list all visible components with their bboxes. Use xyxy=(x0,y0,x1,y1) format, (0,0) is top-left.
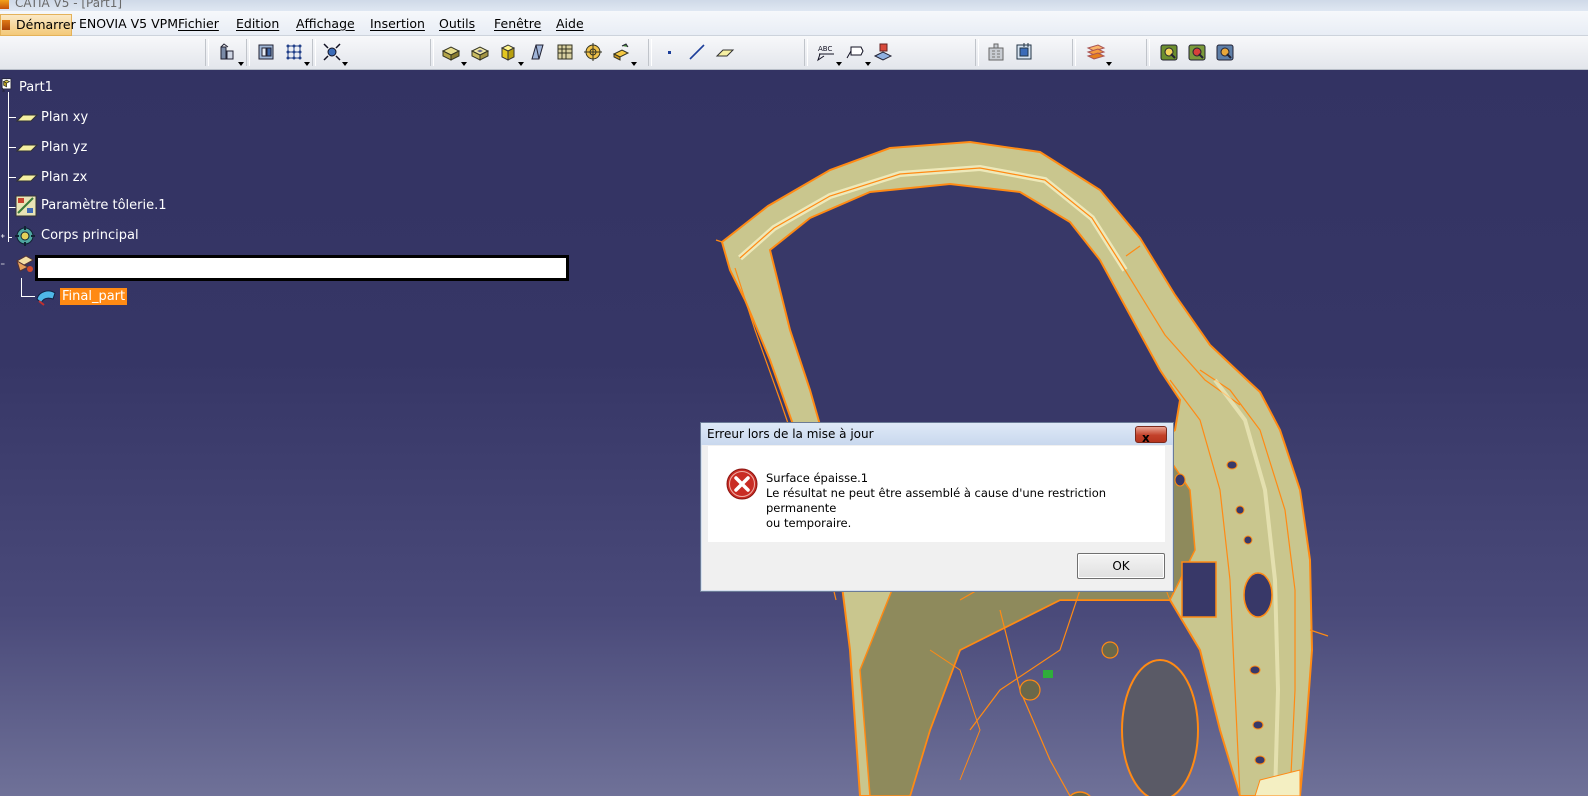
menu-enovia[interactable]: ENOVIA V5 VPM xyxy=(75,15,182,33)
toolbar-separator xyxy=(246,39,250,66)
menu-aide[interactable]: Aide xyxy=(552,15,588,33)
toolbar-separator xyxy=(430,39,434,66)
sketch-icon[interactable] xyxy=(218,42,244,66)
geometrical-set-icon xyxy=(15,255,35,272)
prism-icon[interactable] xyxy=(527,42,547,62)
snap-icon[interactable] xyxy=(284,42,310,66)
pocket-icon[interactable] xyxy=(470,42,490,62)
expand-icon[interactable] xyxy=(0,253,10,275)
line-icon[interactable] xyxy=(687,42,707,62)
text-annotation-icon[interactable]: ABC xyxy=(816,42,842,66)
specification-tree: Part1 Plan xy Plan yz Plan zx Paramètre … xyxy=(0,70,600,330)
tree-item-renamed-node[interactable] xyxy=(0,253,40,275)
analysis-icon-2[interactable] xyxy=(1187,42,1207,62)
ok-button[interactable]: OK xyxy=(1077,553,1165,579)
plane-icon xyxy=(16,174,38,182)
tree-label-sheetmetal-param: Paramètre tôlerie.1 xyxy=(41,198,167,213)
analysis-icon-1[interactable] xyxy=(1159,42,1179,62)
tree-connector xyxy=(8,92,9,242)
toolbar-separator xyxy=(975,39,979,66)
sheetmetal-param-icon xyxy=(15,195,37,217)
menu-affichage[interactable]: Affichage xyxy=(292,15,359,33)
error-dialog: Erreur lors de la mise à jour x Surface … xyxy=(700,422,1174,592)
pad-icon[interactable] xyxy=(441,42,467,66)
grid-icon[interactable] xyxy=(256,42,276,62)
plane-icon[interactable] xyxy=(715,42,735,62)
svg-text:ABC: ABC xyxy=(818,45,832,53)
body-icon xyxy=(15,226,35,246)
tree-item-corps-principal[interactable]: Corps principal xyxy=(0,225,170,247)
tree-connector xyxy=(8,117,16,118)
tree-label-corps-principal: Corps principal xyxy=(41,228,139,243)
box-icon[interactable] xyxy=(498,42,524,66)
tree-label-plan-xy: Plan xy xyxy=(41,110,89,125)
dialog-message-line-2: Le résultat ne peut être assemblé à caus… xyxy=(766,486,1107,515)
part-icon xyxy=(1,78,12,92)
tree-item-final-part[interactable]: Final_part xyxy=(35,285,145,307)
dialog-message-line-1: Surface épaisse.1 xyxy=(766,471,869,485)
plane-icon xyxy=(16,144,38,152)
tree-root-part1[interactable]: Part1 xyxy=(0,77,120,99)
extrude-icon[interactable] xyxy=(611,42,637,66)
surface-icon xyxy=(36,290,56,306)
tree-connector xyxy=(8,147,16,148)
tree-item-plan-zx[interactable]: Plan zx xyxy=(16,167,136,189)
window-title: CATIA V5 - [Part1] xyxy=(15,0,123,10)
window-titlebar: CATIA V5 - [Part1] xyxy=(0,0,1588,11)
toolbar-separator xyxy=(205,39,209,66)
measure-icon[interactable] xyxy=(873,42,893,62)
toolbar-separator xyxy=(804,39,808,66)
dialog-body: Surface épaisse.1 Le résultat ne peut êt… xyxy=(708,446,1165,542)
error-icon xyxy=(726,468,758,500)
toolbar-separator xyxy=(1072,39,1076,66)
menu-bar: Démarrer ENOVIA V5 VPM Fichier Edition A… xyxy=(0,11,1588,36)
tree-label-part1: Part1 xyxy=(19,80,53,95)
dialog-message-line-3: ou temporaire. xyxy=(766,516,852,530)
menu-outils[interactable]: Outils xyxy=(435,15,479,33)
start-icon xyxy=(2,20,10,30)
building-icon[interactable] xyxy=(986,42,1006,62)
close-icon: x xyxy=(1142,431,1150,445)
target-icon[interactable] xyxy=(583,42,603,62)
point-icon[interactable] xyxy=(660,42,680,62)
tree-label-final-part: Final_part xyxy=(60,288,128,305)
tree-connector xyxy=(21,278,22,296)
toolbar-separator xyxy=(312,39,316,66)
tree-connector xyxy=(21,296,35,297)
menu-insertion[interactable]: Insertion xyxy=(366,15,429,33)
dialog-close-button[interactable]: x xyxy=(1135,426,1167,445)
toolbar-separator xyxy=(1146,39,1150,66)
toolbar: ABC xyxy=(0,36,1588,70)
plane-icon xyxy=(16,114,38,122)
dialog-title: Erreur lors de la mise à jour xyxy=(707,427,874,441)
dialog-message: Surface épaisse.1 Le résultat ne peut êt… xyxy=(766,471,1156,531)
start-menu[interactable]: Démarrer xyxy=(0,14,76,36)
flag-icon[interactable] xyxy=(845,42,871,66)
table-icon[interactable] xyxy=(1014,42,1034,62)
stack-icon[interactable] xyxy=(1086,42,1112,66)
tree-item-plan-xy[interactable]: Plan xy xyxy=(16,107,136,129)
menu-fichier[interactable]: Fichier xyxy=(174,15,223,33)
tree-item-sheetmetal-param[interactable]: Paramètre tôlerie.1 xyxy=(15,195,185,217)
expand-icon[interactable] xyxy=(0,225,10,247)
tree-connector xyxy=(8,177,16,178)
menu-edition[interactable]: Edition xyxy=(232,15,283,33)
start-menu-label: Démarrer xyxy=(16,17,76,32)
tree-label-plan-yz: Plan yz xyxy=(41,140,88,155)
tree-item-plan-yz[interactable]: Plan yz xyxy=(16,137,136,159)
dialog-titlebar[interactable]: Erreur lors de la mise à jour x xyxy=(701,423,1173,445)
toolbar-separator xyxy=(648,39,652,66)
tree-label-plan-zx: Plan zx xyxy=(41,170,88,185)
analysis-icon-3[interactable] xyxy=(1215,42,1235,62)
pattern-icon[interactable] xyxy=(555,42,575,62)
catia-app-icon xyxy=(0,0,9,9)
tree-rename-input[interactable] xyxy=(35,255,569,281)
fit-all-icon[interactable] xyxy=(322,42,348,66)
menu-fenetre[interactable]: Fenêtre xyxy=(490,15,545,33)
